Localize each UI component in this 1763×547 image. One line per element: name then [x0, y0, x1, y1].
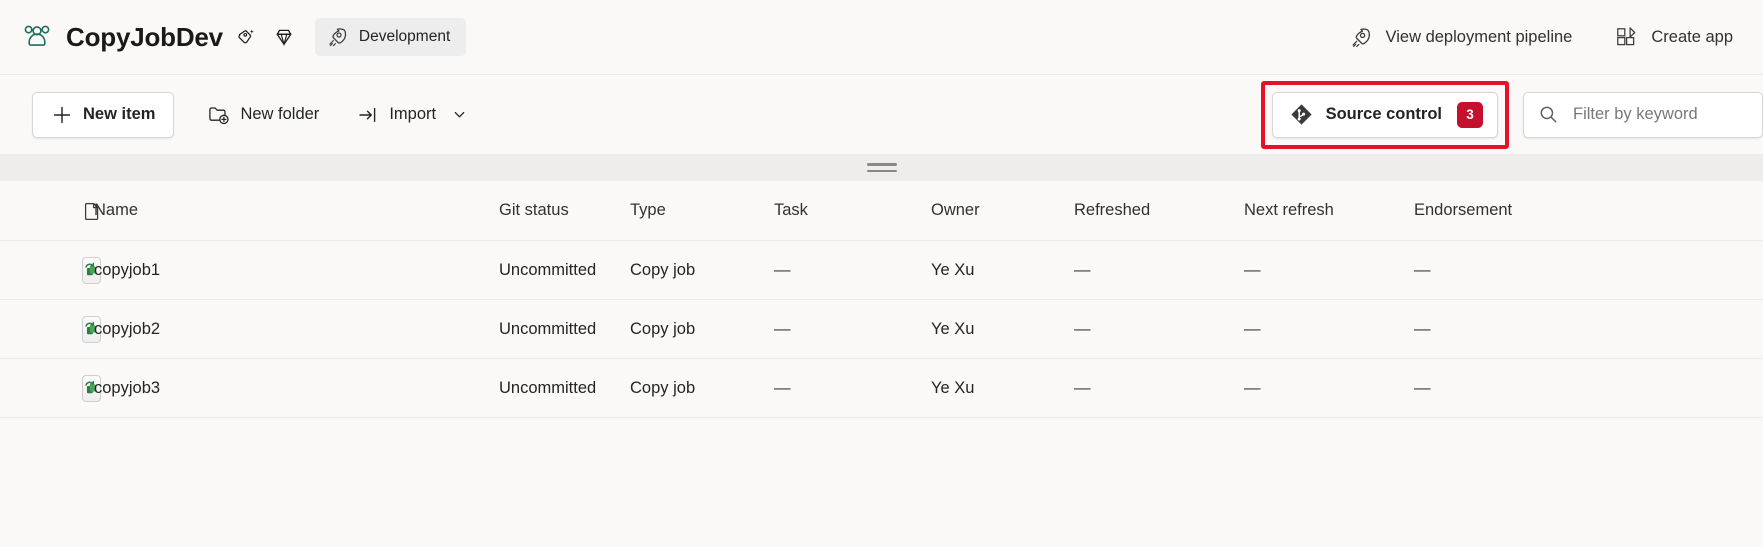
row-git-status: Uncommitted	[499, 261, 630, 280]
row-refreshed: —	[1074, 320, 1244, 339]
header-left-group: CopyJobDev	[20, 18, 466, 56]
table-row[interactable]: copyjob2 Uncommitted Copy job — Ye Xu — …	[0, 300, 1763, 359]
column-header-endorsement[interactable]: Endorsement	[1414, 201, 1584, 220]
row-next-refresh: —	[1244, 320, 1414, 339]
page-header: CopyJobDev	[0, 0, 1763, 74]
row-task: —	[774, 261, 931, 280]
column-header-owner[interactable]: Owner	[931, 201, 1074, 220]
create-app-label: Create app	[1651, 28, 1733, 47]
chevron-down-icon	[452, 107, 467, 122]
row-name[interactable]: copyjob2	[94, 320, 499, 339]
view-deployment-pipeline-button[interactable]: View deployment pipeline	[1336, 18, 1585, 57]
workspace-settings-sparkle-icon[interactable]	[231, 22, 261, 52]
view-deployment-pipeline-label: View deployment pipeline	[1386, 28, 1573, 47]
panel-splitter[interactable]	[0, 154, 1763, 181]
source-control-label: Source control	[1326, 105, 1442, 124]
command-bar: New item New folder Import	[0, 74, 1763, 154]
table-body: copyjob1 Uncommitted Copy job — Ye Xu — …	[0, 241, 1763, 418]
drag-handle-icon	[867, 163, 897, 172]
row-type: Copy job	[630, 320, 774, 339]
row-owner: Ye Xu	[931, 261, 1074, 280]
fabric-workspace-page: CopyJobDev	[0, 0, 1763, 547]
command-bar-right: Source control 3	[1261, 81, 1763, 149]
row-type: Copy job	[630, 261, 774, 280]
source-control-badge: 3	[1457, 102, 1483, 128]
column-header-type[interactable]: Type	[630, 201, 774, 220]
source-control-button[interactable]: Source control 3	[1272, 92, 1498, 138]
branch-label: Development	[359, 28, 450, 46]
row-owner: Ye Xu	[931, 379, 1074, 398]
table-header-row: Name Git status Type Task Owner Refreshe…	[0, 181, 1763, 241]
plus-icon	[51, 104, 73, 126]
column-header-next-refresh[interactable]: Next refresh	[1244, 201, 1414, 220]
row-git-status: Uncommitted	[499, 379, 630, 398]
row-refreshed: —	[1074, 379, 1244, 398]
create-app-button[interactable]: Create app	[1602, 18, 1745, 56]
new-folder-label: New folder	[240, 105, 319, 124]
column-header-name[interactable]: Name	[94, 201, 499, 220]
git-branch-icon	[1289, 102, 1314, 127]
column-header-git-status[interactable]: Git status	[499, 201, 630, 220]
new-folder-button[interactable]: New folder	[188, 92, 338, 138]
app-grid-icon	[1614, 25, 1638, 49]
row-owner: Ye Xu	[931, 320, 1074, 339]
row-item-icon-cell	[0, 257, 94, 284]
folder-add-icon	[207, 103, 230, 126]
branch-selector[interactable]: Development	[315, 18, 466, 56]
row-refreshed: —	[1074, 261, 1244, 280]
row-next-refresh: —	[1244, 379, 1414, 398]
items-table: Name Git status Type Task Owner Refreshe…	[0, 181, 1763, 547]
row-next-refresh: —	[1244, 261, 1414, 280]
row-type: Copy job	[630, 379, 774, 398]
row-task: —	[774, 379, 931, 398]
row-endorsement: —	[1414, 320, 1584, 339]
search-icon	[1538, 104, 1559, 125]
row-endorsement: —	[1414, 379, 1584, 398]
row-git-status: Uncommitted	[499, 320, 630, 339]
table-row[interactable]: copyjob1 Uncommitted Copy job — Ye Xu — …	[0, 241, 1763, 300]
rocket-icon	[325, 25, 349, 49]
row-item-icon-cell	[0, 316, 94, 343]
row-name[interactable]: copyjob1	[94, 261, 499, 280]
table-row[interactable]: copyjob3 Uncommitted Copy job — Ye Xu — …	[0, 359, 1763, 418]
row-task: —	[774, 320, 931, 339]
row-name[interactable]: copyjob3	[94, 379, 499, 398]
diamond-premium-icon[interactable]	[269, 22, 299, 52]
search-input[interactable]	[1571, 104, 1748, 125]
new-item-label: New item	[83, 105, 155, 124]
header-right-group: View deployment pipeline Create app	[1336, 18, 1745, 57]
column-header-task[interactable]: Task	[774, 201, 931, 220]
import-arrow-icon	[357, 104, 379, 126]
source-control-highlight-box: Source control 3	[1261, 81, 1509, 149]
column-header-refreshed[interactable]: Refreshed	[1074, 201, 1244, 220]
row-item-icon-cell	[0, 375, 94, 402]
column-header-icon[interactable]	[0, 201, 94, 221]
filter-search-box[interactable]	[1523, 92, 1763, 138]
new-item-button[interactable]: New item	[32, 92, 174, 138]
people-team-icon	[20, 20, 54, 54]
page-title: CopyJobDev	[66, 22, 223, 53]
import-button[interactable]: Import	[338, 92, 486, 138]
import-label: Import	[389, 105, 436, 124]
row-endorsement: —	[1414, 261, 1584, 280]
rocket-icon	[1348, 25, 1373, 50]
